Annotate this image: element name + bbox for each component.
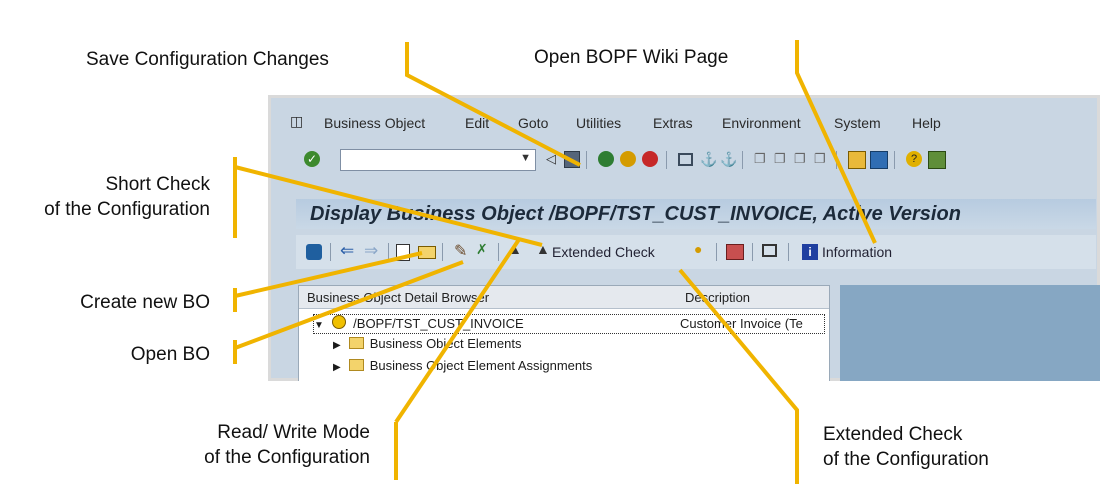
- new-session-icon[interactable]: [848, 151, 866, 169]
- tree-root-description: Customer Invoice (Te: [680, 316, 803, 331]
- tree-root-label: /BOPF/TST_CUST_INVOICE: [353, 316, 524, 331]
- callout-short-check-line1: Short Check: [105, 174, 210, 195]
- information-button[interactable]: Information: [822, 244, 892, 260]
- information-icon[interactable]: i: [802, 244, 818, 260]
- extended-check-button[interactable]: Extended Check: [552, 244, 655, 260]
- menu-environment[interactable]: Environment: [722, 115, 801, 131]
- prev-page-icon[interactable]: ❐: [774, 151, 786, 167]
- tree-header: Business Object Detail Browser Descripti…: [299, 286, 829, 309]
- command-field[interactable]: ▼: [340, 149, 536, 171]
- callout-rw: Read/ Write Mode of the Configuration: [120, 420, 370, 470]
- cancel-icon[interactable]: [642, 151, 658, 167]
- enter-icon[interactable]: ✓: [304, 151, 320, 167]
- pin-icon[interactable]: ●: [694, 241, 702, 257]
- right-pane: [840, 285, 1100, 381]
- help-icon[interactable]: ?: [906, 151, 922, 167]
- menu-icon[interactable]: ◫: [290, 113, 303, 130]
- collapse-icon[interactable]: ◁: [546, 151, 556, 167]
- callout-ext-line1: Extended Check: [823, 424, 963, 445]
- extended-check-icon[interactable]: ▲: [536, 241, 550, 257]
- display-change-icon[interactable]: ✎: [454, 241, 467, 261]
- callout-rw-line2: of the Configuration: [204, 447, 370, 468]
- tree-elements-label: Business Object Elements: [369, 336, 522, 351]
- menu-system[interactable]: System: [834, 115, 881, 131]
- callout-save: Save Configuration Changes: [86, 49, 329, 70]
- callout-ext-line2: of the Configuration: [823, 449, 989, 470]
- menu-extras[interactable]: Extras: [653, 115, 693, 131]
- page-title: Display Business Object /BOPF/TST_CUST_I…: [310, 203, 961, 225]
- application-toolbar: ⇐ ⇒ ✎ ✗ ▲ ▲ Extended Check ● i Informati…: [296, 235, 1096, 269]
- menu-goto[interactable]: Goto: [518, 115, 548, 131]
- menu-bar: ◫ Business Object Edit Goto Utilities Ex…: [268, 111, 1100, 135]
- find-icon[interactable]: ⚓: [700, 151, 717, 168]
- exit-icon[interactable]: [620, 151, 636, 167]
- other-object-icon[interactable]: [306, 244, 322, 260]
- menu-business-object[interactable]: Business Object: [324, 115, 425, 131]
- print-icon[interactable]: [678, 153, 693, 166]
- folder-icon: [348, 337, 364, 349]
- callout-short-check: Short Check of the Configuration: [0, 172, 210, 222]
- column-header-browser[interactable]: Business Object Detail Browser: [307, 290, 489, 305]
- next-page-icon[interactable]: ❐: [794, 151, 806, 167]
- back-icon[interactable]: [598, 151, 614, 167]
- transport-icon[interactable]: [726, 244, 744, 260]
- create-document-icon[interactable]: [396, 244, 410, 261]
- layout-icon[interactable]: [928, 151, 946, 169]
- back-arrow-icon[interactable]: ⇐: [340, 241, 354, 261]
- find-next-icon[interactable]: ⚓: [720, 151, 737, 168]
- first-page-icon[interactable]: ❐: [754, 151, 766, 167]
- title-bar: Display Business Object /BOPF/TST_CUST_I…: [296, 199, 1096, 229]
- menu-help[interactable]: Help: [912, 115, 941, 131]
- callout-rw-line1: Read/ Write Mode: [217, 422, 370, 443]
- callout-create: Create new BO: [80, 292, 210, 313]
- short-check-icon[interactable]: ✗: [476, 241, 488, 258]
- callout-extended-check: Extended Check of the Configuration: [823, 422, 989, 472]
- sap-window: ◫ Business Object Edit Goto Utilities Ex…: [268, 95, 1100, 381]
- collapse-arrow-icon[interactable]: ▶: [333, 362, 341, 373]
- forward-arrow-icon[interactable]: ⇒: [364, 241, 378, 261]
- open-folder-icon[interactable]: [418, 246, 436, 259]
- menu-edit[interactable]: Edit: [465, 115, 489, 131]
- callout-open: Open BO: [130, 344, 210, 365]
- detail-browser: Business Object Detail Browser Descripti…: [298, 285, 830, 381]
- column-header-description[interactable]: Description: [685, 290, 750, 305]
- folder-icon: [348, 359, 364, 371]
- expand-icon[interactable]: ▼: [314, 320, 324, 331]
- callout-wiki: Open BOPF Wiki Page: [534, 47, 729, 68]
- tree-assignments-label: Business Object Element Assignments: [369, 358, 593, 373]
- dropdown-icon[interactable]: ▼: [520, 152, 531, 164]
- menu-utilities[interactable]: Utilities: [576, 115, 621, 131]
- shortcut-icon[interactable]: [870, 151, 888, 169]
- last-page-icon[interactable]: ❐: [814, 151, 826, 167]
- tree-row-root[interactable]: ▼ /BOPF/TST_CUST_INVOICE Customer Invoic…: [313, 314, 825, 334]
- save-icon[interactable]: [564, 151, 580, 168]
- bo-icon: [331, 315, 346, 329]
- tree-row-assignments[interactable]: ▶ Business Object Element Assignments: [333, 358, 592, 373]
- collapse-arrow-icon[interactable]: ▶: [333, 340, 341, 351]
- callout-short-check-line2: of the Configuration: [44, 199, 210, 220]
- tree-row-elements[interactable]: ▶ Business Object Elements: [333, 336, 521, 351]
- hierarchy-icon[interactable]: ▲: [508, 241, 522, 257]
- system-toolbar: ✓ ▼ ◁ ⚓ ⚓ ❐ ❐ ❐ ❐ ?: [268, 145, 1100, 175]
- monitor-icon[interactable]: [762, 244, 777, 257]
